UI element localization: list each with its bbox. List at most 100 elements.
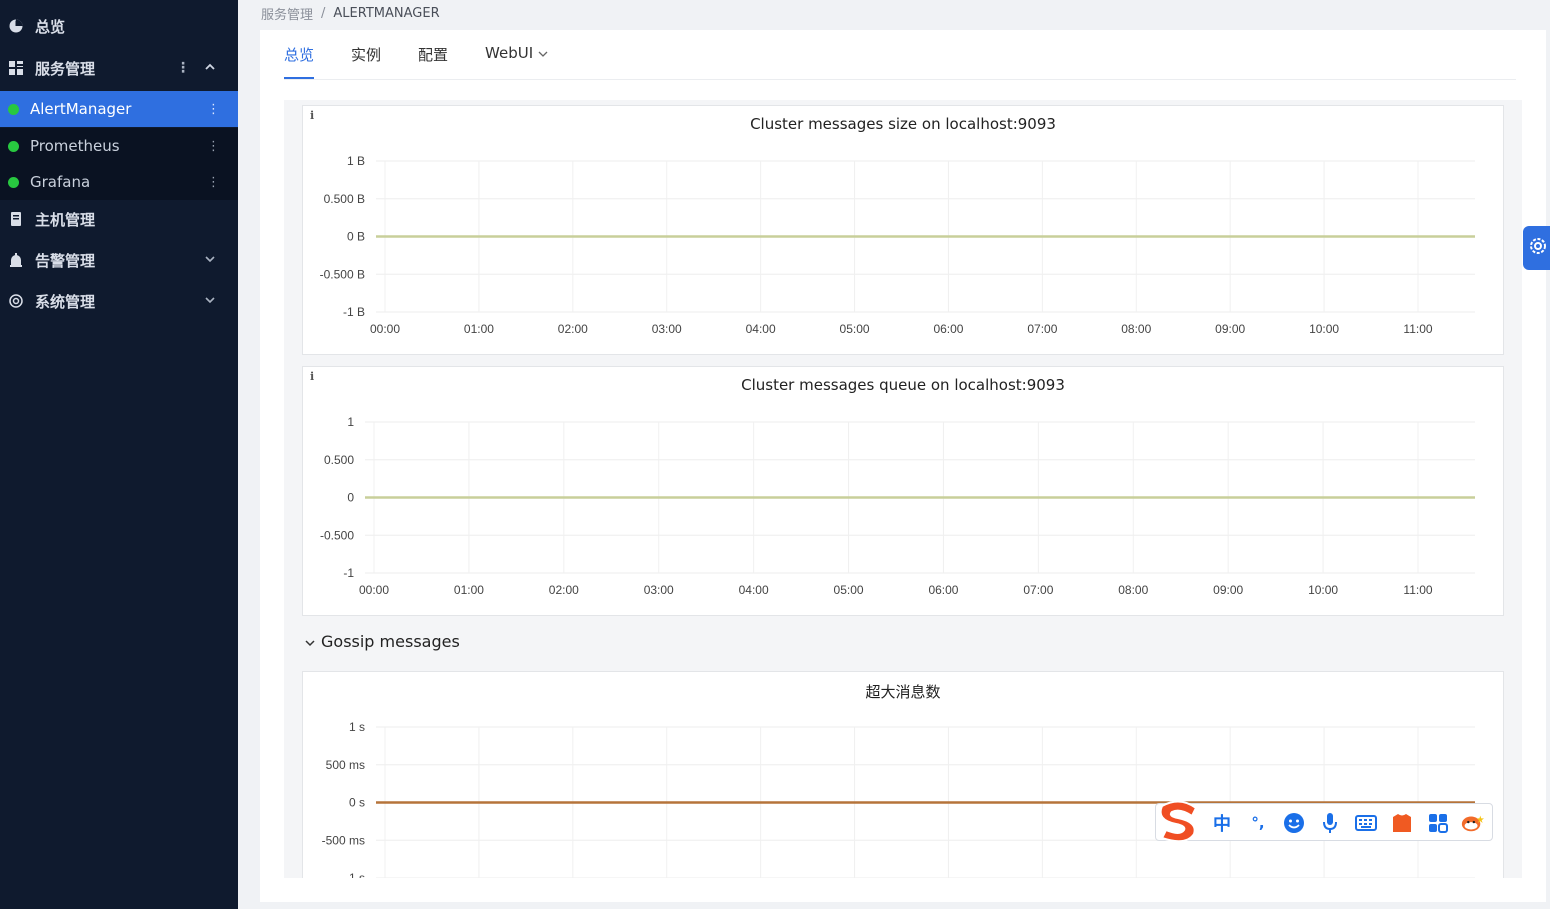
x-tick-label: 02:00 (549, 583, 579, 597)
more-vertical-icon[interactable]: ⋮ (207, 102, 220, 117)
x-tick-label: 00:00 (359, 583, 389, 597)
panel-cluster-size: i Cluster messages size on localhost:909… (302, 105, 1504, 355)
x-tick-label: 05:00 (834, 583, 864, 597)
x-tick-label: 06:00 (933, 322, 963, 336)
x-tick-label: 11:00 (1403, 322, 1432, 336)
chart-oversized-messages: 1 s500 ms0 s-500 ms-1 s00:00 01:00 02:00 03… (322, 720, 1475, 878)
x-tick-label: 07:00 (1027, 322, 1057, 336)
microphone-icon[interactable] (1318, 812, 1342, 834)
grafana-dashboard: i Cluster messages size on localhost:909… (284, 100, 1522, 878)
sidebar-item-label: 主机管理 (35, 210, 96, 229)
x-tick-label: 00:00 (370, 322, 400, 336)
sidebar-service-alertmanager[interactable]: AlertManager ⋮ (0, 91, 238, 127)
panel-cluster-queue: i Cluster messages queue on localhost:90… (302, 366, 1504, 616)
y-tick-label: 0 s (349, 796, 365, 810)
keyboard-icon[interactable] (1354, 812, 1378, 834)
ime-chinese-mode[interactable]: 中 (1210, 812, 1234, 835)
sidebar-item-services[interactable]: 服务管理 ⋮ (0, 50, 238, 86)
more-vertical-icon[interactable]: ⋮ (176, 60, 190, 76)
chevron-down-icon (305, 632, 315, 651)
ime-toolbar: 中 °, (1155, 800, 1493, 843)
sidebar: 总览 服务管理 ⋮ AlertManager ⋮ Prometheus ⋮ Gr… (0, 0, 238, 909)
y-tick-label: -1 B (343, 305, 365, 319)
more-vertical-icon[interactable]: ⋮ (207, 175, 220, 190)
breadcrumb: 服务管理 / ALERTMANAGER (261, 4, 440, 23)
y-tick-label: 0.500 B (324, 192, 365, 206)
sidebar-service-label: AlertManager (30, 100, 132, 118)
sogou-logo-icon[interactable] (1156, 798, 1204, 844)
sidebar-item-label: 总览 (35, 17, 66, 36)
sidebar-service-grafana[interactable]: Grafana ⋮ (0, 164, 238, 200)
sidebar-item-alerts[interactable]: 告警管理 (0, 242, 238, 278)
status-dot (8, 103, 19, 115)
y-tick-label: 500 ms (326, 758, 365, 772)
y-tick-label: -500 ms (322, 833, 365, 847)
tab-divider (284, 79, 1516, 80)
sidebar-item-label: 系统管理 (35, 292, 96, 311)
gear-icon (1528, 236, 1548, 260)
bell-icon (8, 252, 24, 268)
x-tick-label: 03:00 (652, 322, 682, 336)
x-tick-label: 07:00 (1023, 583, 1053, 597)
x-tick-label: 01:00 (454, 583, 484, 597)
status-dot (8, 140, 19, 152)
sidebar-item-overview[interactable]: 总览 (0, 8, 238, 44)
tab-overview[interactable]: 总览 (284, 30, 315, 79)
x-tick-label: 02:00 (558, 322, 588, 336)
x-tick-label: 06:00 (928, 583, 958, 597)
chevron-down-icon[interactable] (204, 253, 216, 267)
row-gossip-messages[interactable]: Gossip messages (305, 632, 460, 651)
main-card: 总览 实例 配置 WebUI i Cluster messages size o… (260, 30, 1546, 902)
breadcrumb-current: ALERTMANAGER (333, 5, 440, 21)
apps-icon (8, 60, 24, 76)
chart-cluster-queue: 1 0.500 0 -0.500 -1 00:00 01:00 02:00 03:00 04:00… (320, 415, 1475, 597)
settings-float-button[interactable] (1523, 226, 1550, 270)
x-tick-label: 01:00 (464, 322, 494, 336)
row-title-label: Gossip messages (321, 632, 460, 651)
x-tick-label: 10:00 (1308, 583, 1338, 597)
y-tick-label: -1 (343, 566, 354, 580)
gear-icon (8, 293, 24, 309)
chevron-down-icon (538, 44, 548, 62)
x-tick-label: 04:00 (746, 322, 776, 336)
x-tick-label: 03:00 (644, 583, 674, 597)
ime-punctuation[interactable]: °, (1246, 812, 1270, 834)
emoji-icon[interactable] (1282, 812, 1306, 834)
y-tick-label: -1 s (345, 871, 365, 878)
panel-oversized-messages: 超大消息数 1 s 500 ms 0 s -500 ms -1 s 00:00 01:00 0… (302, 671, 1504, 878)
tab-webui[interactable]: WebUI (485, 30, 548, 78)
tab-config[interactable]: 配置 (418, 30, 448, 78)
sidebar-item-system[interactable]: 系统管理 (0, 283, 238, 319)
chart-cluster-size: 1 B 0.500 B 0 B -0.500 B -1 B 00:00 01:00 02:00… (320, 154, 1475, 336)
sidebar-service-prometheus[interactable]: Prometheus ⋮ (0, 128, 238, 164)
chevron-down-icon[interactable] (204, 294, 216, 308)
skin-icon[interactable] (1390, 812, 1414, 834)
pie-chart-icon (8, 18, 24, 34)
x-tick-label: 08:00 (1121, 322, 1151, 336)
mascot-icon[interactable] (1460, 812, 1484, 834)
sidebar-service-label: Grafana (30, 173, 91, 191)
server-icon (8, 211, 24, 227)
toolbox-icon[interactable] (1426, 812, 1450, 834)
sidebar-item-label: 告警管理 (35, 251, 96, 270)
y-tick-label: 0 (347, 491, 354, 505)
x-tick-label: 04:00 (739, 583, 769, 597)
more-vertical-icon[interactable]: ⋮ (207, 139, 220, 154)
breadcrumb-separator: / (321, 5, 326, 21)
x-tick-label: 08:00 (1118, 583, 1148, 597)
sidebar-service-label: Prometheus (30, 137, 120, 155)
x-tick-label: 09:00 (1215, 322, 1245, 336)
y-tick-label: 1 B (347, 154, 365, 168)
y-tick-label: 0.500 (324, 453, 354, 467)
tab-instances[interactable]: 实例 (351, 30, 381, 78)
chevron-up-icon[interactable] (204, 61, 216, 75)
x-tick-label: 09:00 (1213, 583, 1243, 597)
x-tick-label: 11:00 (1403, 583, 1432, 597)
y-tick-label: 1 s (349, 720, 365, 734)
sidebar-item-label: 服务管理 (35, 59, 96, 78)
breadcrumb-parent[interactable]: 服务管理 (261, 4, 313, 23)
y-tick-label: -0.500 B (320, 267, 365, 281)
y-tick-label: -0.500 (320, 528, 354, 542)
tab-bar: 总览 实例 配置 WebUI (284, 30, 585, 79)
sidebar-item-hosts[interactable]: 主机管理 (0, 201, 238, 237)
